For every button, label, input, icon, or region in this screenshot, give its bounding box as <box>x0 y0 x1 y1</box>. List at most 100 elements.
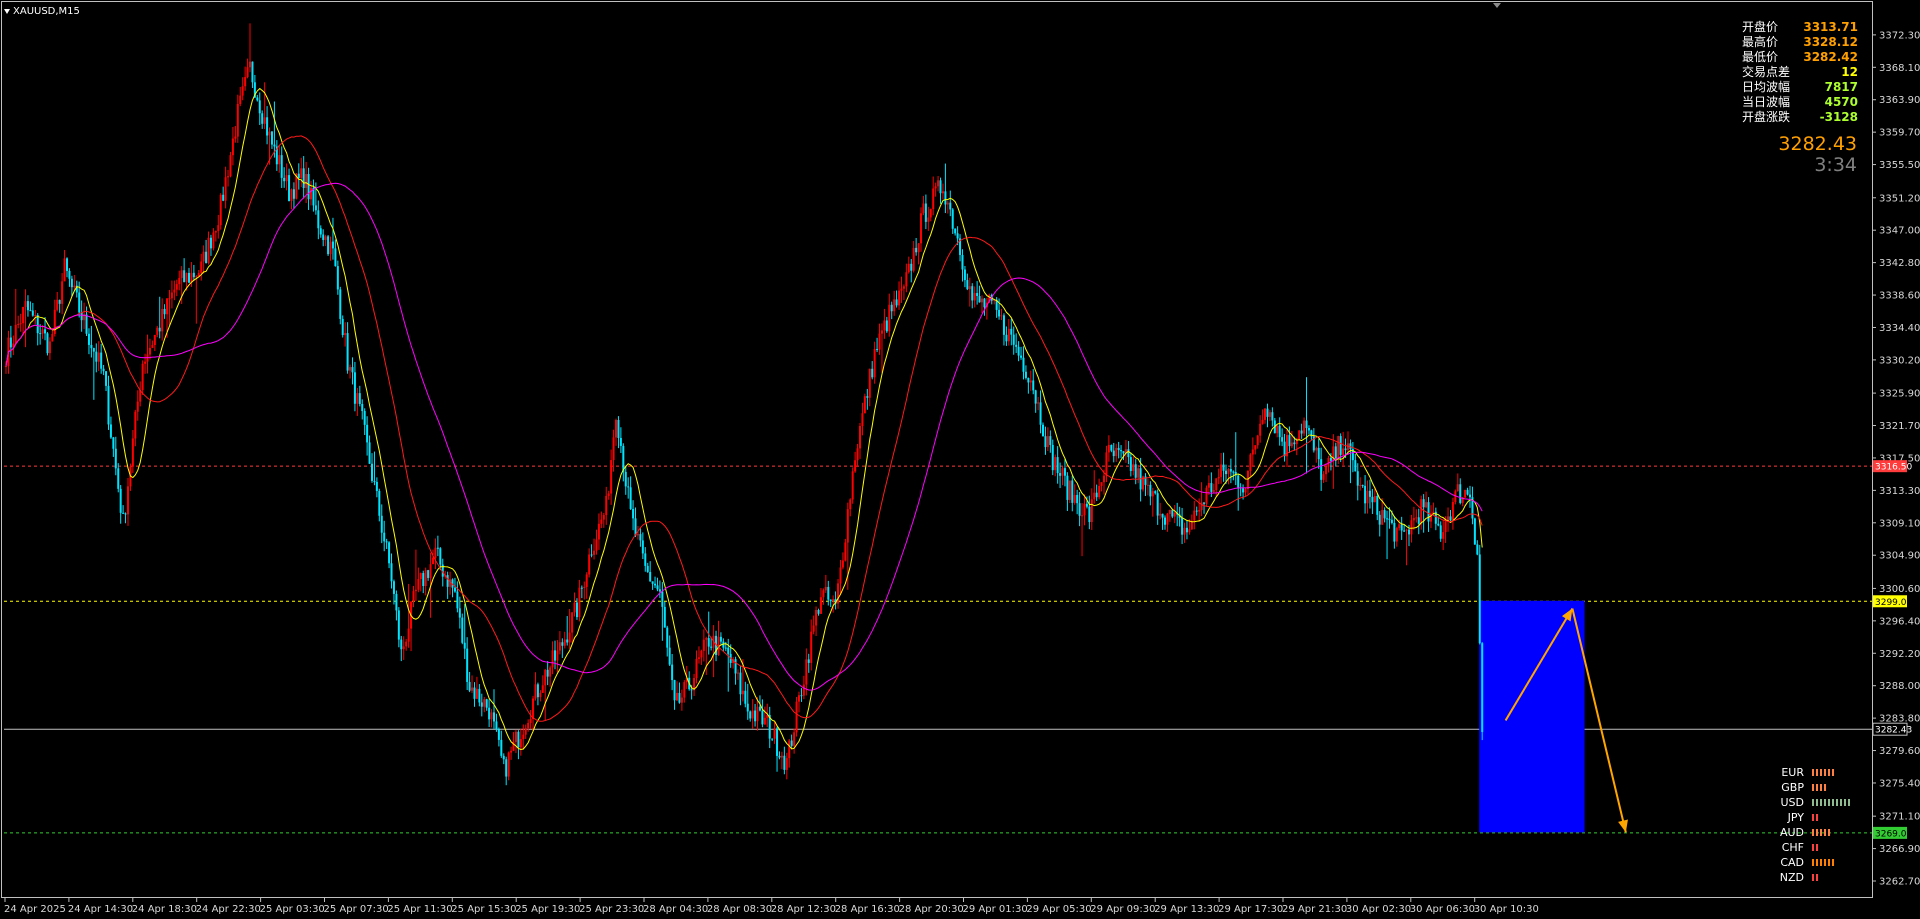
x-tick-label: 28 Apr 12:30 <box>771 904 836 915</box>
candle-body <box>78 292 81 313</box>
candle-body <box>505 759 508 777</box>
candle-body <box>756 706 759 722</box>
candle-body <box>1134 464 1137 478</box>
candle-body <box>1442 532 1445 539</box>
candle-body <box>241 86 244 96</box>
strength-bar <box>1820 859 1822 866</box>
candle-body <box>1002 315 1005 335</box>
candle-body <box>610 460 613 494</box>
candle-body <box>529 719 532 723</box>
candle-body <box>153 334 156 345</box>
candle-body <box>168 298 171 300</box>
candle-body <box>1146 484 1149 486</box>
candle-body <box>932 188 935 210</box>
candle-body <box>1054 457 1057 471</box>
candle-body <box>439 548 442 565</box>
candle-body <box>929 209 932 218</box>
candle-body <box>629 487 632 509</box>
candle-body <box>841 560 844 568</box>
strength-bar <box>1812 799 1814 806</box>
candle-body <box>788 740 791 759</box>
candle-body <box>251 61 254 83</box>
candle-body <box>1444 521 1447 533</box>
candle-body <box>597 523 600 540</box>
strength-bar <box>1828 829 1830 836</box>
candle-body <box>739 672 742 695</box>
candle-body <box>1315 447 1318 451</box>
strength-bar <box>1816 784 1818 791</box>
candle-body <box>937 180 940 187</box>
candle-body <box>1088 506 1091 523</box>
stat-label: 开盘涨跌 <box>1742 110 1791 124</box>
chart-shift-marker-icon[interactable] <box>1493 3 1501 8</box>
candle-body <box>824 586 827 591</box>
x-tick-label: 25 Apr 11:30 <box>387 904 452 915</box>
candle-body <box>339 289 342 319</box>
candle-body <box>978 295 981 303</box>
candle-body <box>258 100 261 114</box>
x-tick-label: 28 Apr 08:30 <box>707 904 772 915</box>
candle-body <box>349 367 352 371</box>
candle-body <box>661 591 664 607</box>
candle-body <box>968 286 971 290</box>
candle-body <box>290 189 293 202</box>
stat-day-range: 当日波幅 4570 <box>1742 95 1858 110</box>
strength-bars <box>1812 769 1834 776</box>
candle-body <box>776 728 779 756</box>
candle-body <box>737 672 739 674</box>
candle-body <box>1185 527 1188 533</box>
candle-body <box>780 755 783 758</box>
candle-body <box>649 571 652 582</box>
candle-body <box>61 281 64 304</box>
candle-body <box>358 393 361 404</box>
y-tick-label: 3292.20 <box>1879 649 1920 660</box>
candle-body <box>1061 468 1064 476</box>
candle-body <box>268 131 271 136</box>
candle-body <box>1249 454 1252 472</box>
price-chart[interactable]: 3372.30 3368.10 3363.90 3359.70 3355.50 3351.… <box>0 0 1920 919</box>
candle-body <box>353 372 356 404</box>
candle <box>1478 544 1481 645</box>
strength-row-gbp: GBP <box>1768 780 1850 795</box>
candle-body <box>22 306 25 324</box>
candle-body <box>1398 524 1401 529</box>
candle-body <box>1049 436 1052 445</box>
candle-body <box>680 697 683 703</box>
candle-body <box>256 97 259 101</box>
candle-body <box>507 752 510 777</box>
y-tick-label: 3334.40 <box>1879 323 1920 334</box>
candle-body <box>385 541 388 543</box>
stat-spread: 交易点差 12 <box>1742 65 1858 80</box>
symbol-menu-icon[interactable] <box>4 9 10 14</box>
candle-body <box>546 669 549 677</box>
candle-body <box>668 647 671 665</box>
candle-body <box>495 721 498 730</box>
candle-body <box>417 579 420 590</box>
candle-body <box>1478 554 1481 644</box>
candle-body <box>1237 475 1240 488</box>
candle-body <box>812 625 815 632</box>
candle-body <box>822 590 825 598</box>
strength-bar <box>1836 799 1838 806</box>
candle <box>851 467 854 504</box>
candle-body <box>829 599 832 602</box>
strength-bar <box>1816 844 1818 851</box>
candle-body <box>632 508 635 519</box>
candle-body <box>1181 517 1184 535</box>
candle-body <box>400 639 403 650</box>
candle-body <box>773 728 776 739</box>
candle-body <box>183 270 186 283</box>
strength-bar <box>1820 799 1822 806</box>
candle-body <box>639 534 642 541</box>
candle-body <box>334 248 337 267</box>
candle-body <box>656 585 659 590</box>
candle-body <box>1195 510 1198 512</box>
candle-body <box>922 203 925 214</box>
candle-body <box>624 471 627 487</box>
candle-body <box>522 734 525 740</box>
candle-body <box>329 241 332 255</box>
candle-body <box>1439 525 1442 539</box>
candle-body <box>458 608 461 618</box>
candle-body <box>902 286 905 289</box>
candle-body <box>1117 447 1120 451</box>
